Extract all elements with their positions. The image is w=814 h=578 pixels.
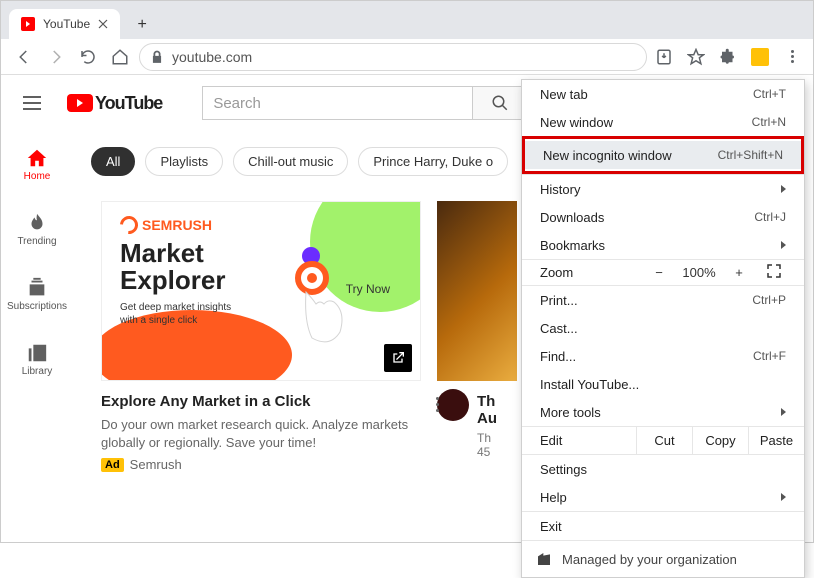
lock-icon: [150, 50, 164, 64]
video-card[interactable]: ThAu Th45: [437, 201, 517, 472]
youtube-wordmark: YouTube: [95, 93, 162, 114]
menu-help[interactable]: Help: [522, 483, 804, 511]
new-tab-button[interactable]: +: [128, 11, 156, 39]
menu-downloads[interactable]: DownloadsCtrl+J: [522, 203, 804, 231]
chevron-right-icon: [781, 493, 786, 501]
ad-title: Explore Any Market in a Click: [101, 393, 421, 410]
menu-bookmarks[interactable]: Bookmarks: [522, 231, 804, 259]
search-icon: [491, 94, 509, 112]
menu-edit-label: Edit: [522, 427, 636, 454]
menu-copy[interactable]: Copy: [692, 427, 748, 454]
zoom-value: 100%: [674, 265, 724, 280]
ad-card[interactable]: SEMRUSH MarketExplorer Get deep market i…: [101, 201, 421, 472]
sidebar-item-home[interactable]: Home: [1, 141, 73, 188]
menu-cut[interactable]: Cut: [636, 427, 692, 454]
chip-playlists[interactable]: Playlists: [145, 147, 223, 176]
menu-new-tab[interactable]: New tabCtrl+T: [522, 80, 804, 108]
zoom-out-button[interactable]: −: [644, 265, 674, 280]
chip-all[interactable]: All: [91, 147, 135, 176]
menu-print[interactable]: Print...Ctrl+P: [522, 286, 804, 314]
youtube-logo[interactable]: YouTube: [67, 93, 162, 114]
play-icon: [67, 94, 93, 112]
reload-button[interactable]: [75, 44, 101, 70]
home-icon: [26, 147, 48, 169]
ad-sponsor: Semrush: [130, 457, 182, 472]
chevron-right-icon: [781, 185, 786, 193]
building-icon: [536, 551, 552, 567]
guide-hamburger-button[interactable]: [17, 90, 47, 116]
mini-guide: Home Trending Subscriptions Library: [1, 131, 73, 383]
chip-bar: All Playlists Chill-out music Prince Har…: [91, 147, 508, 176]
toolbar: youtube.com: [1, 39, 813, 75]
menu-paste[interactable]: Paste: [748, 427, 804, 454]
card-menu-button[interactable]: [436, 397, 439, 412]
plus-icon: +: [137, 16, 146, 34]
url-text: youtube.com: [172, 49, 636, 65]
install-app-icon[interactable]: [653, 46, 675, 68]
semrush-icon: [116, 212, 141, 237]
ad-badge: Ad: [101, 458, 124, 472]
extensions-icon[interactable]: [717, 46, 739, 68]
search-input[interactable]: Search: [202, 86, 472, 120]
fullscreen-button[interactable]: [754, 264, 794, 281]
back-button[interactable]: [11, 44, 37, 70]
try-now-label: Try Now: [346, 282, 390, 296]
home-button[interactable]: [107, 44, 133, 70]
search-button[interactable]: [472, 86, 528, 120]
menu-new-window[interactable]: New windowCtrl+N: [522, 108, 804, 136]
menu-new-incognito[interactable]: New incognito windowCtrl+Shift+N: [525, 141, 801, 169]
pointer-hand-icon: [284, 258, 354, 348]
menu-exit[interactable]: Exit: [522, 512, 804, 540]
sidebar-item-library[interactable]: Library: [1, 336, 73, 383]
menu-cast[interactable]: Cast...: [522, 314, 804, 342]
menu-find[interactable]: Find...Ctrl+F: [522, 342, 804, 370]
sidebar-item-subscriptions[interactable]: Subscriptions: [1, 271, 73, 318]
close-tab-icon[interactable]: [98, 19, 108, 29]
zoom-in-button[interactable]: +: [724, 265, 754, 280]
menu-history[interactable]: History: [522, 175, 804, 203]
tab-title: YouTube: [43, 17, 90, 31]
library-icon: [26, 342, 48, 364]
ad-description: Do your own market research quick. Analy…: [101, 416, 421, 451]
channel-avatar[interactable]: [437, 389, 469, 421]
menu-zoom: Zoom − 100% +: [522, 260, 804, 285]
chip-chillout[interactable]: Chill-out music: [233, 147, 348, 176]
chip-prince-harry[interactable]: Prince Harry, Duke o: [358, 147, 508, 176]
ad-thumbnail[interactable]: SEMRUSH MarketExplorer Get deep market i…: [101, 201, 421, 381]
chevron-right-icon: [781, 241, 786, 249]
chrome-menu: New tabCtrl+T New windowCtrl+N New incog…: [521, 79, 805, 578]
menu-managed[interactable]: Managed by your organization: [522, 541, 804, 577]
video-thumbnail[interactable]: [437, 201, 517, 381]
address-bar[interactable]: youtube.com: [139, 43, 647, 71]
tab-strip: YouTube +: [1, 1, 813, 39]
trending-icon: [26, 212, 48, 234]
tab-youtube[interactable]: YouTube: [9, 9, 120, 39]
forward-button[interactable]: [43, 44, 69, 70]
youtube-favicon-icon: [21, 17, 35, 31]
menu-settings[interactable]: Settings: [522, 455, 804, 483]
sidebar-item-trending[interactable]: Trending: [1, 206, 73, 253]
pinned-extension-icon[interactable]: [749, 46, 771, 68]
chevron-right-icon: [781, 408, 786, 416]
bookmark-star-icon[interactable]: [685, 46, 707, 68]
menu-install[interactable]: Install YouTube...: [522, 370, 804, 398]
subscriptions-icon: [26, 277, 48, 299]
menu-more-tools[interactable]: More tools: [522, 398, 804, 426]
open-external-icon[interactable]: [384, 344, 412, 372]
chrome-menu-button[interactable]: [781, 46, 803, 68]
